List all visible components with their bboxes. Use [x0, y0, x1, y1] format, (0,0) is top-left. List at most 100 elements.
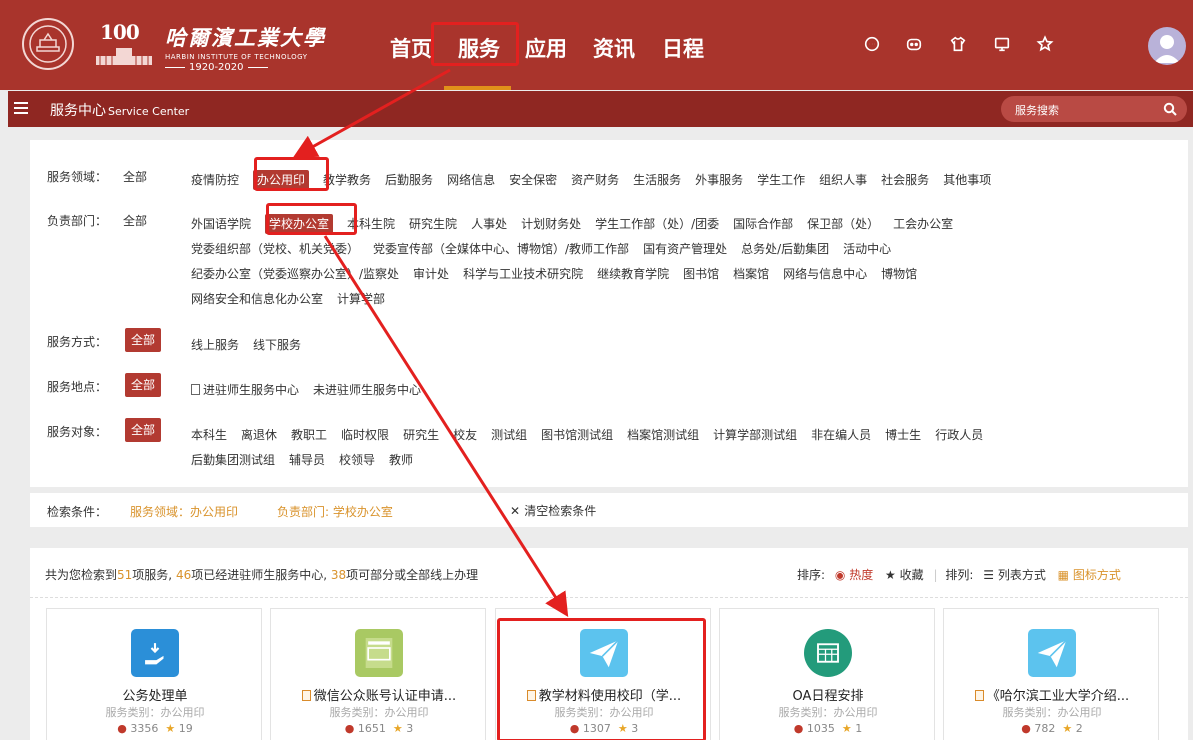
filter-option[interactable]: 图书馆 [683, 262, 719, 287]
filter-option[interactable]: 工会办公室 [893, 212, 953, 237]
user-avatar[interactable] [1148, 27, 1186, 65]
filter-option[interactable]: 社会服务 [881, 168, 929, 193]
filter-option[interactable]: 计算学部测试组 [713, 423, 797, 448]
service-card[interactable]: 微信公众账号认证申请... 服务类别：办公用印 ● 1651 ★ 3 [270, 608, 486, 740]
view-icon-button[interactable]: ▦ 图标方式 [1058, 568, 1121, 582]
shirt-icon[interactable] [948, 34, 968, 54]
filter-option[interactable]: 总务处/后勤集团 [741, 237, 829, 262]
filter-option-label: 教学教务 [323, 173, 372, 187]
filter-option[interactable]: 研究生 [403, 423, 439, 448]
filter-option[interactable]: 国有资产管理处 [643, 237, 727, 262]
summary-mid1: 项服务, [132, 568, 173, 582]
nav-services[interactable]: 服务 [458, 33, 500, 63]
filter-option[interactable]: 档案馆测试组 [627, 423, 699, 448]
view-list-button[interactable]: ☰ 列表方式 [983, 568, 1046, 582]
monitor-icon[interactable] [992, 34, 1012, 54]
filter-option[interactable]: 校友 [453, 423, 477, 448]
filter-option[interactable]: 人事处 [471, 212, 507, 237]
filter-option[interactable]: 博士生 [885, 423, 921, 448]
filter-option[interactable]: 校领导 [339, 448, 375, 473]
filter-option[interactable]: 外国语学院 [191, 212, 251, 237]
sort-fav-button[interactable]: ★ 收藏 [885, 568, 924, 582]
filter-option[interactable]: 资产财务 [571, 168, 619, 193]
filter-option[interactable]: 党委组织部（党校、机关党委） [191, 237, 359, 262]
filter-option[interactable]: 本科生 [191, 423, 227, 448]
sort-hot-button[interactable]: ◉ 热度 [835, 568, 873, 582]
service-card[interactable]: 教学材料使用校印（学... 服务类别：办公用印 ● 1307 ★ 3 [495, 608, 711, 740]
filter-option[interactable]: 档案馆 [733, 262, 769, 287]
filter-option[interactable]: 后勤服务 [385, 168, 433, 193]
nav-news[interactable]: 资讯 [593, 33, 635, 63]
filter-option[interactable]: 后勤集团测试组 [191, 448, 275, 473]
filter-option[interactable]: 审计处 [413, 262, 449, 287]
filter-option[interactable]: 图书馆测试组 [541, 423, 613, 448]
eye-icon: ● [117, 722, 127, 735]
filter-option[interactable]: 安全保密 [509, 168, 557, 193]
filter-option[interactable]: 活动中心 [843, 237, 891, 262]
star-outline-icon[interactable] [1035, 34, 1055, 54]
filter-option[interactable]: 党委宣传部（全媒体中心、博物馆）/教师工作部 [373, 237, 629, 262]
filter-option[interactable]: 本科生院 [347, 212, 395, 237]
filter-all-selected[interactable]: 全部 [125, 373, 162, 397]
filter-option[interactable]: 未进驻师生服务中心 [313, 378, 421, 403]
filter-option[interactable]: 线上服务 [191, 333, 239, 358]
service-card[interactable]: OA日程安排 服务类别：办公用印 ● 1035 ★ 1 [719, 608, 935, 740]
service-card[interactable]: 《哈尔滨工业大学介绍... 服务类别：办公用印 ● 782 ★ 2 [943, 608, 1159, 740]
criteria-department-tag[interactable]: 负责部门: 学校办公室 [277, 503, 393, 520]
service-card[interactable]: 公务处理单 服务类别：办公用印 ● 3356 ★ 19 [46, 608, 262, 740]
search-icon[interactable] [1163, 102, 1177, 116]
filter-option[interactable]: 辅导员 [289, 448, 325, 473]
filter-option[interactable]: 教学教务 [323, 168, 371, 193]
filter-option-label: 非在编人员 [811, 428, 872, 442]
filter-option[interactable]: 教师 [389, 448, 413, 473]
filter-option[interactable]: 离退休 [241, 423, 277, 448]
filter-option[interactable]: 计划财务处 [521, 212, 581, 237]
menu-icon[interactable] [14, 102, 28, 114]
filter-option[interactable]: 其他事项 [943, 168, 991, 193]
filter-option[interactable]: 学生工作 [757, 168, 805, 193]
filter-option[interactable]: 组织人事 [819, 168, 867, 193]
filter-option[interactable]: 外事服务 [695, 168, 743, 193]
filter-option-label: 科学与工业技术研究院 [463, 267, 584, 281]
filter-all-option[interactable]: 全部 [123, 168, 147, 185]
school-name-logo[interactable]: 哈爾濱工業大學 HARBIN INSTITUTE OF TECHNOLOGY 1… [165, 22, 326, 73]
filter-option[interactable]: 线下服务 [253, 333, 301, 358]
clear-criteria-button[interactable]: ✕ 清空检索条件 [510, 502, 596, 519]
filter-option[interactable]: 生活服务 [633, 168, 681, 193]
robot-icon[interactable] [904, 34, 924, 54]
filter-option[interactable]: 网络安全和信息化办公室 [191, 287, 323, 312]
nav-apps[interactable]: 应用 [525, 33, 567, 63]
criteria-domain-tag[interactable]: 服务领域：办公用印 [130, 503, 238, 520]
filter-option[interactable]: 计算学部 [337, 287, 385, 312]
filter-option[interactable]: 继续教育学院 [597, 262, 669, 287]
nav-schedule[interactable]: 日程 [662, 33, 704, 63]
filter-option[interactable]: 科学与工业技术研究院 [463, 262, 583, 287]
service-search-input[interactable]: 服务搜索 [1001, 96, 1187, 122]
filter-option[interactable]: 非在编人员 [811, 423, 871, 448]
filter-option[interactable]: 纪委办公室（党委巡察办公室）/监察处 [191, 262, 399, 287]
filter-option[interactable]: 学校办公室 [265, 214, 334, 234]
university-emblem-icon[interactable] [22, 18, 74, 70]
filter-all-selected[interactable]: 全部 [125, 328, 162, 352]
nav-home[interactable]: 首页 [390, 33, 432, 63]
filter-option[interactable]: 临时权限 [341, 423, 389, 448]
filter-option[interactable]: 网络信息 [447, 168, 495, 193]
filter-option[interactable]: 进驻师生服务中心 [191, 378, 299, 403]
filter-option[interactable]: 学生工作部（处）/团委 [595, 212, 719, 237]
card-stats: ● 1651 ★ 3 [279, 722, 479, 735]
filter-option[interactable]: 办公用印 [253, 170, 310, 190]
filter-option[interactable]: 国际合作部 [733, 212, 793, 237]
filter-option[interactable]: 网络与信息中心 [783, 262, 867, 287]
filter-option[interactable]: 测试组 [491, 423, 527, 448]
filter-all-selected[interactable]: 全部 [125, 418, 162, 442]
filter-option[interactable]: 行政人员 [935, 423, 983, 448]
filter-option[interactable]: 教职工 [291, 423, 327, 448]
eye-icon: ● [1021, 722, 1031, 735]
filter-all-option[interactable]: 全部 [123, 212, 147, 229]
filter-option[interactable]: 博物馆 [881, 262, 917, 287]
filter-option[interactable]: 保卫部（处） [807, 212, 879, 237]
filter-option[interactable]: 疫情防控 [191, 168, 239, 193]
chat-icon[interactable] [862, 34, 882, 54]
filter-option[interactable]: 研究生院 [409, 212, 457, 237]
filter-option-label: 外国语学院 [191, 217, 252, 231]
